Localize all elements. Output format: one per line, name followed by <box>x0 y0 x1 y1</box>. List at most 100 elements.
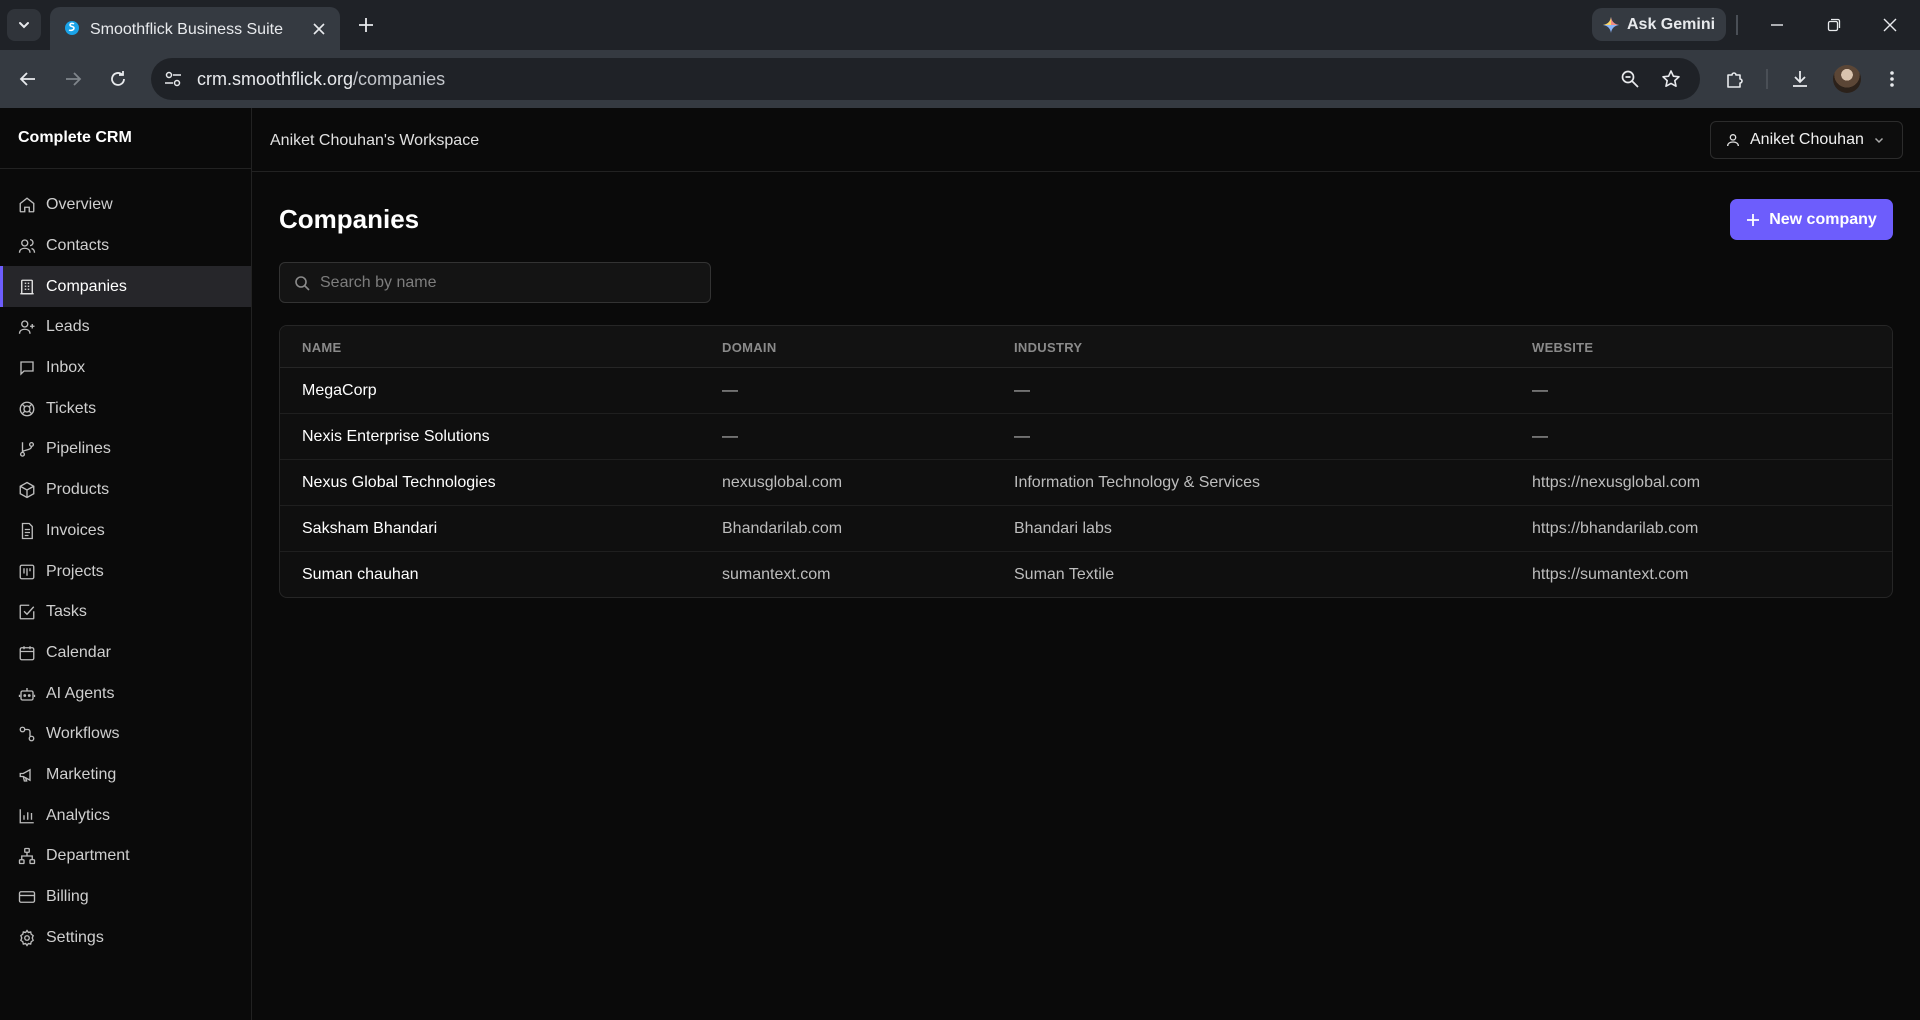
sidebar-item-label: Overview <box>46 196 113 214</box>
sidebar-item-label: Calendar <box>46 643 111 661</box>
reload-button[interactable] <box>106 67 130 91</box>
sidebar-item-overview[interactable]: Overview <box>0 185 251 226</box>
column-header-website[interactable]: WEBSITE <box>1532 340 1593 355</box>
plus-icon <box>359 18 373 32</box>
kanban-icon <box>19 564 35 579</box>
browser-tab[interactable]: Smoothflick Business Suite <box>50 7 340 50</box>
zoom-button[interactable] <box>1619 68 1641 90</box>
sidebar: Complete CRM Overview Contacts Companies… <box>0 108 252 1020</box>
company-name[interactable]: MegaCorp <box>302 382 377 400</box>
close-window-button[interactable] <box>1878 13 1902 37</box>
close-icon <box>1883 18 1897 32</box>
extensions-button[interactable] <box>1723 67 1747 91</box>
sidebar-item-billing[interactable]: Billing <box>0 877 251 918</box>
sidebar-item-label: Projects <box>46 562 104 580</box>
tab-search-button[interactable] <box>7 9 41 41</box>
sidebar-item-label: Products <box>46 481 110 499</box>
tabstrip-divider <box>1736 15 1738 35</box>
sidebar-item-inbox[interactable]: Inbox <box>0 348 251 389</box>
url-text[interactable]: crm.smoothflick.org/companies <box>197 69 445 90</box>
new-tab-button[interactable] <box>354 13 378 37</box>
downloads-button[interactable] <box>1788 67 1812 91</box>
page-title: Companies <box>279 204 420 234</box>
close-icon <box>313 23 325 35</box>
sidebar-item-companies[interactable]: Companies <box>0 266 251 308</box>
sidebar-item-label: Analytics <box>46 806 111 824</box>
new-company-button[interactable]: New company <box>1730 199 1893 240</box>
sidebar-divider <box>0 168 251 169</box>
sidebar-item-contacts[interactable]: Contacts <box>0 226 251 267</box>
minimize-button[interactable] <box>1765 13 1789 37</box>
sidebar-item-label: Companies <box>46 277 127 295</box>
tab-close-button[interactable] <box>308 18 330 40</box>
workspace-name: Aniket Chouhan's Workspace <box>270 132 480 149</box>
sidebar-item-projects[interactable]: Projects <box>0 551 251 592</box>
bookmark-button[interactable] <box>1660 68 1682 90</box>
company-domain: Bhandarilab.com <box>722 520 843 537</box>
back-button[interactable] <box>16 67 40 91</box>
sidebar-item-products[interactable]: Products <box>0 470 251 511</box>
search-input[interactable] <box>320 263 700 302</box>
favicon-icon <box>65 21 79 35</box>
network-icon <box>18 848 36 865</box>
table-row[interactable]: Nexis Enterprise Solutions — — — <box>280 414 1892 460</box>
company-website[interactable]: https://sumantext.com <box>1532 566 1689 584</box>
sidebar-item-label: Workflows <box>46 725 120 743</box>
profile-avatar[interactable] <box>1833 65 1861 93</box>
sidebar-item-tickets[interactable]: Tickets <box>0 388 251 429</box>
company-industry: — <box>1014 428 1030 445</box>
sidebar-item-label: Marketing <box>46 765 117 783</box>
column-header-name[interactable]: NAME <box>302 340 341 355</box>
ask-gemini-button[interactable]: Ask Gemini <box>1592 8 1726 41</box>
sidebar-item-settings[interactable]: Settings <box>0 917 251 958</box>
sidebar-item-label: Tickets <box>46 399 97 417</box>
user-menu-button[interactable]: Aniket Chouhan <box>1710 121 1903 159</box>
column-header-industry[interactable]: INDUSTRY <box>1014 340 1082 355</box>
company-website[interactable]: https://nexusglobal.com <box>1532 474 1700 492</box>
company-name[interactable]: Suman chauhan <box>302 566 419 584</box>
company-website[interactable]: https://bhandarilab.com <box>1532 520 1698 538</box>
sidebar-item-invoices[interactable]: Invoices <box>0 511 251 552</box>
company-name[interactable]: Saksham Bhandari <box>302 520 437 538</box>
company-name[interactable]: Nexus Global Technologies <box>302 474 496 492</box>
sidebar-item-label: Inbox <box>46 359 86 377</box>
star-icon <box>1662 70 1680 87</box>
sidebar-item-ai-agents[interactable]: AI Agents <box>0 673 251 714</box>
sidebar-item-department[interactable]: Department <box>0 836 251 877</box>
sidebar-item-tasks[interactable]: Tasks <box>0 592 251 633</box>
chevron-down-icon <box>19 22 29 29</box>
search-box <box>279 262 711 303</box>
sidebar-item-calendar[interactable]: Calendar <box>0 633 251 674</box>
forward-button[interactable] <box>61 67 85 91</box>
sidebar-item-leads[interactable]: Leads <box>0 307 251 348</box>
minimize-icon <box>1771 24 1783 26</box>
table-row[interactable]: MegaCorp — — — <box>280 368 1892 414</box>
calendar-icon <box>19 646 35 661</box>
company-name[interactable]: Nexis Enterprise Solutions <box>302 428 490 446</box>
tab-title: Smoothflick Business Suite <box>90 21 283 38</box>
table-row[interactable]: Nexus Global Technologies nexusglobal.co… <box>280 460 1892 506</box>
puzzle-icon <box>1727 72 1743 88</box>
table-row[interactable]: Suman chauhan sumantext.com Suman Textil… <box>280 552 1892 597</box>
company-website: — <box>1532 382 1548 399</box>
table-row[interactable]: Saksham Bhandari Bhandarilab.com Bhandar… <box>280 506 1892 552</box>
address-bar[interactable]: crm.smoothflick.org/companies <box>151 58 1700 100</box>
column-header-domain[interactable]: DOMAIN <box>722 340 777 355</box>
site-info-icon[interactable] <box>163 69 183 89</box>
sidebar-item-marketing[interactable]: Marketing <box>0 755 251 796</box>
browser-tab-strip: Smoothflick Business Suite Ask Gemini <box>0 0 1920 50</box>
table-header: NAME DOMAIN INDUSTRY WEBSITE <box>280 326 1892 368</box>
restore-button[interactable] <box>1822 13 1846 37</box>
sidebar-item-analytics[interactable]: Analytics <box>0 795 251 836</box>
bot-icon <box>18 687 36 701</box>
file-text-icon <box>21 522 33 540</box>
sidebar-item-label: Billing <box>46 888 89 906</box>
zoom-out-icon <box>1621 70 1639 88</box>
users-icon <box>18 238 36 253</box>
browser-menu-button[interactable] <box>1880 67 1904 91</box>
url-host: crm.smoothflick.org <box>197 69 354 89</box>
sidebar-item-pipelines[interactable]: Pipelines <box>0 429 251 470</box>
credit-card-icon <box>18 891 36 903</box>
sidebar-item-workflows[interactable]: Workflows <box>0 714 251 755</box>
arrow-right-icon <box>66 72 82 86</box>
